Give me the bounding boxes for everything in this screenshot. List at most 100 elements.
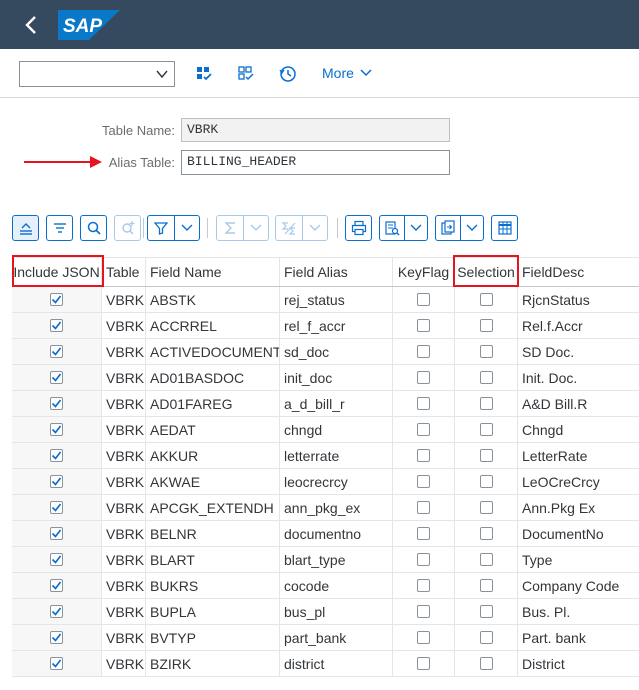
key-flag-checkbox[interactable] (417, 371, 430, 384)
key-flag-checkbox[interactable] (417, 501, 430, 514)
table-row[interactable]: VBRK ACTIVEDOCUMENT sd_doc SD Doc. (12, 339, 639, 365)
include-json-checkbox[interactable] (50, 449, 63, 462)
field-alias-cell[interactable]: blart_type (280, 547, 393, 572)
selection-checkbox[interactable] (479, 579, 493, 592)
include-json-checkbox[interactable] (50, 631, 63, 644)
key-flag-checkbox[interactable] (417, 657, 430, 670)
header-field-name[interactable]: Field Name (146, 258, 280, 286)
field-alias-cell[interactable]: chngd (280, 417, 393, 442)
filter-button[interactable] (148, 216, 174, 240)
print-button[interactable] (345, 215, 372, 241)
field-alias-cell[interactable]: ann_pkg_ex (280, 495, 393, 520)
table-row[interactable]: VBRK AD01BASDOC init_doc Init. Doc. (12, 365, 639, 391)
sap-logo[interactable]: SAP (58, 10, 120, 40)
view-split-button[interactable] (379, 215, 428, 241)
key-flag-checkbox[interactable] (417, 319, 430, 332)
filter-menu-button[interactable] (174, 216, 199, 240)
table-row[interactable]: VBRK AEDAT chngd Chngd (12, 417, 639, 443)
key-flag-checkbox[interactable] (417, 345, 430, 358)
field-alias-cell[interactable]: leocrecrcy (280, 469, 393, 494)
subtotal-button[interactable] (276, 216, 302, 240)
field-alias-cell[interactable]: letterrate (280, 443, 393, 468)
field-alias-cell[interactable]: rej_status (280, 287, 393, 312)
view-menu-button[interactable] (404, 216, 427, 240)
field-alias-cell[interactable]: bus_pl (280, 599, 393, 624)
table-row[interactable]: VBRK BVTYP part_bank Part. bank (12, 625, 639, 651)
selection-checkbox[interactable] (479, 423, 493, 436)
table-row[interactable]: VBRK BUKRS cocode Company Code (12, 573, 639, 599)
more-button[interactable]: More (322, 65, 372, 81)
export-button[interactable] (436, 216, 460, 240)
field-alias-cell[interactable]: rel_f_accr (280, 313, 393, 338)
layout-button[interactable] (491, 215, 518, 241)
include-json-checkbox[interactable] (50, 657, 63, 670)
grid-select-icon[interactable] (193, 63, 215, 85)
header-field-desc[interactable]: FieldDesc (518, 258, 639, 286)
field-alias-cell[interactable]: init_doc (280, 365, 393, 390)
include-json-checkbox[interactable] (50, 371, 63, 384)
field-alias-cell[interactable]: district (280, 651, 393, 676)
selection-checkbox[interactable] (479, 293, 493, 306)
table-row[interactable]: VBRK ABSTK rej_status RjcnStatus (12, 287, 639, 313)
zoom-add-button[interactable] (114, 215, 141, 241)
key-flag-checkbox[interactable] (417, 449, 430, 462)
subtotal-split-button[interactable] (275, 215, 328, 241)
table-row[interactable]: VBRK BLART blart_type Type (12, 547, 639, 573)
table-row[interactable]: VBRK ACCRREL rel_f_accr Rel.f.Accr (12, 313, 639, 339)
back-button[interactable] (18, 11, 44, 39)
key-flag-checkbox[interactable] (417, 293, 430, 306)
filter-split-button[interactable] (147, 215, 200, 241)
variant-dropdown[interactable] (19, 61, 175, 87)
key-flag-checkbox[interactable] (417, 579, 430, 592)
selection-checkbox[interactable] (479, 449, 493, 462)
export-menu-button[interactable] (460, 216, 483, 240)
field-alias-cell[interactable]: sd_doc (280, 339, 393, 364)
table-row[interactable]: VBRK AD01FAREG a_d_bill_r A&D Bill.R (12, 391, 639, 417)
selection-checkbox[interactable] (479, 631, 493, 644)
sum-menu-button[interactable] (243, 216, 268, 240)
field-alias-cell[interactable]: a_d_bill_r (280, 391, 393, 416)
include-json-checkbox[interactable] (50, 319, 63, 332)
header-table[interactable]: Table (102, 258, 146, 286)
table-row[interactable]: VBRK AKWAE leocrecrcy LeOCreCrcy (12, 469, 639, 495)
key-flag-checkbox[interactable] (417, 397, 430, 410)
include-json-checkbox[interactable] (50, 553, 63, 566)
selection-checkbox[interactable] (479, 319, 493, 332)
view-button[interactable] (380, 216, 404, 240)
selection-checkbox[interactable] (479, 527, 493, 540)
sum-button[interactable] (217, 216, 243, 240)
selection-checkbox[interactable] (479, 475, 493, 488)
selection-checkbox[interactable] (479, 345, 493, 358)
header-key-flag[interactable]: KeyFlag (393, 258, 455, 286)
field-alias-cell[interactable]: part_bank (280, 625, 393, 650)
selection-checkbox[interactable] (479, 397, 493, 410)
grid-deselect-icon[interactable] (235, 63, 257, 85)
include-json-checkbox[interactable] (50, 527, 63, 540)
table-row[interactable]: VBRK BZIRK district District (12, 651, 639, 677)
table-row[interactable]: VBRK BELNR documentno DocumentNo (12, 521, 639, 547)
table-row[interactable]: VBRK AKKUR letterrate LetterRate (12, 443, 639, 469)
include-json-checkbox[interactable] (50, 579, 63, 592)
include-json-checkbox[interactable] (50, 475, 63, 488)
field-alias-cell[interactable]: documentno (280, 521, 393, 546)
export-split-button[interactable] (435, 215, 484, 241)
selection-checkbox[interactable] (479, 605, 493, 618)
key-flag-checkbox[interactable] (417, 553, 430, 566)
selection-checkbox[interactable] (479, 553, 493, 566)
subtotal-menu-button[interactable] (302, 216, 327, 240)
table-row[interactable]: VBRK BUPLA bus_pl Bus. Pl. (12, 599, 639, 625)
search-button[interactable] (80, 215, 107, 241)
include-json-checkbox[interactable] (50, 397, 63, 410)
key-flag-checkbox[interactable] (417, 475, 430, 488)
key-flag-checkbox[interactable] (417, 605, 430, 618)
selection-checkbox[interactable] (479, 657, 493, 670)
alias-table-field[interactable]: BILLING_HEADER (181, 150, 450, 175)
include-json-checkbox[interactable] (50, 345, 63, 358)
table-row[interactable]: VBRK APCGK_EXTENDH ann_pkg_ex Ann.Pkg Ex (12, 495, 639, 521)
include-json-checkbox[interactable] (50, 501, 63, 514)
include-json-checkbox[interactable] (50, 293, 63, 306)
field-alias-cell[interactable]: cocode (280, 573, 393, 598)
sum-split-button[interactable] (216, 215, 269, 241)
header-field-alias[interactable]: Field Alias (280, 258, 393, 286)
key-flag-checkbox[interactable] (417, 527, 430, 540)
